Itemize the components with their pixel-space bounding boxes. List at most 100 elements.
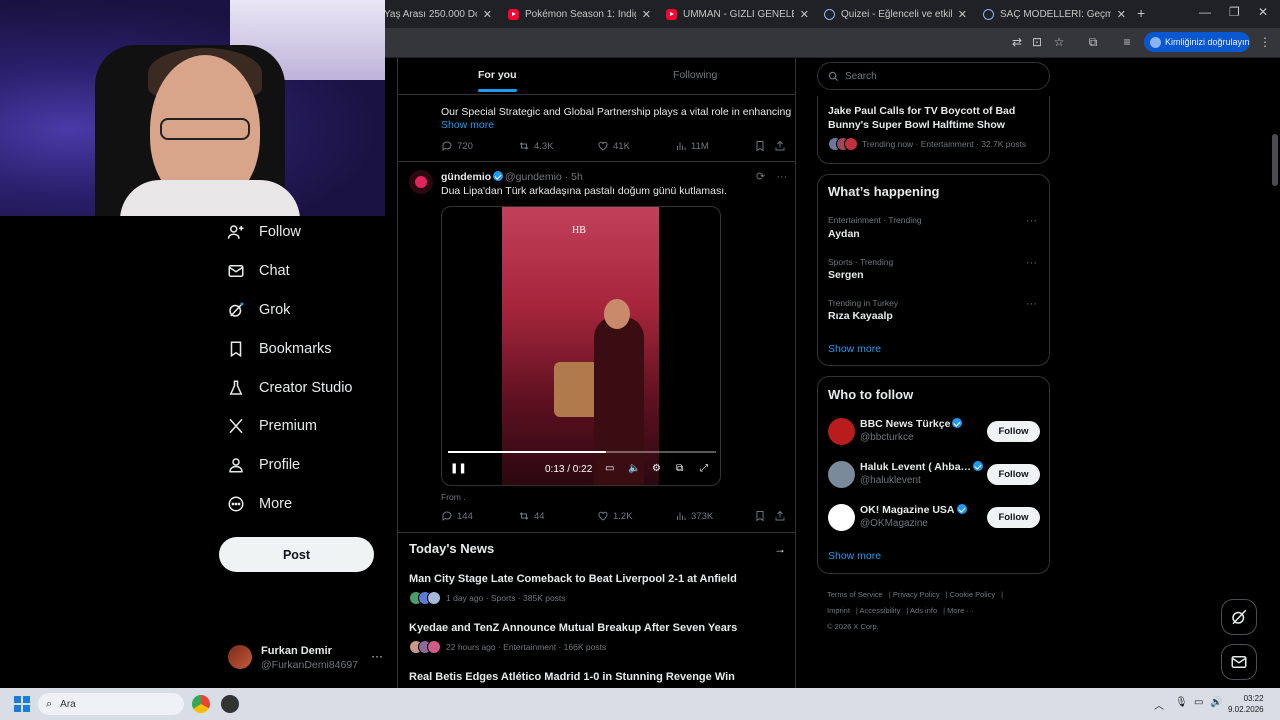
pause-icon[interactable]: ❚❚ [450, 463, 467, 474]
nav-chat[interactable]: Chat [227, 258, 290, 284]
show-more-link[interactable]: Show more [828, 550, 881, 562]
star-icon[interactable]: ☆ [1052, 35, 1066, 49]
account-name[interactable]: OK! Magazine USA [860, 504, 967, 516]
nav-profile[interactable]: Profile [227, 452, 300, 478]
browser-tab[interactable]: Quizei - Eğlenceli ve etkileşimli ✕ [818, 4, 973, 24]
chevron-up-icon[interactable]: ︿ [1154, 697, 1164, 712]
windows-start-icon[interactable] [14, 696, 30, 712]
follow-button[interactable]: Follow [987, 421, 1040, 442]
nav-bookmarks[interactable]: Bookmarks [227, 336, 332, 362]
translate-icon[interactable]: ⇄ [1010, 35, 1024, 49]
bookmark-button[interactable] [754, 510, 770, 522]
repost-icon [519, 142, 529, 150]
network-icon[interactable]: ▭ [1194, 697, 1203, 708]
account-handle: @haluklevent [860, 475, 921, 486]
bookmark-button[interactable] [754, 140, 770, 152]
new-tab-button[interactable]: + [1137, 5, 1145, 21]
views-button[interactable]: 373K [675, 510, 713, 522]
grok-float-button[interactable] [1221, 599, 1257, 635]
close-icon[interactable]: ✕ [1117, 8, 1126, 21]
views-button[interactable]: 11M [675, 140, 709, 152]
browser-tab[interactable]: SAÇ MODELLERİ: Geçmişten Gü ✕ [977, 4, 1132, 24]
more-dots-icon[interactable]: ··· [776, 171, 787, 183]
install-app-icon[interactable]: ⊡ [1030, 35, 1044, 49]
verify-identity-button[interactable]: Kimliğinizi doğrulayın [1144, 32, 1250, 52]
account-name[interactable]: Haluk Levent ( Ahba… [860, 461, 984, 473]
show-more-link[interactable]: Show more [441, 119, 494, 131]
tab-for-you[interactable]: For you [478, 69, 517, 92]
browser-tab[interactable]: Yaş Arası 250.000 Dolar ✕ [378, 4, 498, 24]
news-item-title[interactable]: Real Betis Edges Atlético Madrid 1-0 in … [409, 671, 735, 683]
avatar[interactable] [828, 504, 855, 531]
close-icon[interactable]: ✕ [800, 8, 809, 21]
grok-icon[interactable]: ⟳ [756, 171, 765, 183]
post-author[interactable]: gündemio [441, 171, 504, 183]
scrollbar[interactable] [1272, 134, 1278, 186]
tab-following[interactable]: Following [673, 69, 717, 81]
more-dots-icon[interactable]: ··· [1026, 215, 1037, 227]
restore-icon[interactable]: ❐ [1229, 5, 1240, 19]
volume-icon[interactable]: 🔊 [1210, 697, 1222, 708]
pip-icon[interactable]: ⧉ [676, 463, 683, 474]
tab-search-icon[interactable]: ≡ [1120, 35, 1134, 49]
close-icon[interactable]: ✕ [958, 8, 967, 21]
views-chart-icon [677, 142, 686, 150]
trend-name[interactable]: Aydan [828, 228, 860, 240]
nav-premium[interactable]: Premium [227, 413, 317, 439]
chrome-icon[interactable] [192, 695, 210, 713]
trend-name[interactable]: Rıza Kayaalp [828, 310, 893, 322]
more-dots-icon[interactable]: ··· [371, 649, 383, 663]
avatar[interactable] [828, 461, 855, 488]
mute-icon[interactable]: 🔈 [628, 463, 640, 474]
like-button[interactable]: 41K [597, 140, 630, 152]
minimize-icon[interactable]: — [1199, 5, 1211, 19]
trend-name[interactable]: Sergen [828, 269, 864, 281]
captions-icon[interactable]: ▭ [605, 463, 614, 474]
share-button[interactable] [774, 510, 790, 522]
close-icon[interactable]: ✕ [483, 8, 492, 21]
news-item-title[interactable]: Man City Stage Late Comeback to Beat Liv… [409, 573, 737, 585]
settings-icon[interactable]: ⚙ [652, 463, 661, 474]
taskbar-search[interactable]: ⌕ Ara [38, 693, 184, 715]
reply-button[interactable]: 720 [441, 140, 473, 152]
search-input[interactable]: Search [817, 62, 1050, 90]
account-switcher[interactable]: Furkan Demir @FurkanDemi84697 ··· [228, 643, 388, 673]
fullscreen-icon[interactable]: ⤢ [700, 463, 708, 474]
news-item-title[interactable]: Kyedae and TenZ Announce Mutual Breakup … [409, 622, 737, 634]
system-clock[interactable]: 03:22 9.02.2026 [1228, 693, 1264, 715]
more-dots-icon[interactable]: ··· [1026, 257, 1037, 269]
video-player[interactable]: HB ❚❚ 0:13 / 0:22 ▭ 🔈 ⚙ ⧉ ⤢ [441, 206, 721, 486]
close-window-icon[interactable]: ✕ [1258, 5, 1268, 19]
nav-more[interactable]: More [227, 491, 292, 517]
avatar[interactable] [409, 170, 433, 194]
nav-creator-studio[interactable]: Creator Studio [227, 375, 353, 401]
browser-tab[interactable]: Pokémon Season 1: Indigo Lea ✕ [502, 4, 657, 24]
avatar [228, 645, 252, 669]
microphone-icon[interactable]: 🎙 [1175, 697, 1188, 708]
repost-button[interactable]: 44 [518, 510, 545, 522]
show-more-link[interactable]: Show more [828, 343, 881, 355]
post-actions: 144 44 1.2K 373K [441, 510, 786, 524]
account-name[interactable]: BBC News Türkçe [860, 418, 963, 430]
post-actions: 720 4.3K 41K 11M [441, 140, 786, 154]
nav-follow[interactable]: Follow [227, 219, 301, 245]
messages-float-button[interactable] [1221, 644, 1257, 680]
share-button[interactable] [774, 140, 790, 152]
nav-grok[interactable]: Grok [227, 297, 290, 323]
like-button[interactable]: 1.2K [597, 510, 633, 522]
extensions-icon[interactable]: ⧉ [1086, 35, 1100, 49]
more-dots-icon[interactable]: ··· [1026, 298, 1037, 310]
follow-button[interactable]: Follow [987, 464, 1040, 485]
app-icon[interactable] [221, 695, 239, 713]
post-button[interactable]: Post [219, 537, 374, 572]
reply-button[interactable]: 144 [441, 510, 473, 522]
trending-story[interactable]: Jake Paul Calls for TV Boycott of Bad Bu… [817, 96, 1050, 164]
menu-dots-icon[interactable]: ⋮ [1258, 35, 1272, 49]
close-icon[interactable]: ✕ [642, 8, 651, 21]
arrow-right-icon[interactable]: → [774, 542, 786, 556]
repost-button[interactable]: 4.3K [518, 140, 554, 152]
avatar[interactable] [828, 418, 855, 445]
browser-tab[interactable]: UMMAN - GİZLİ GENELEV SOK ✕ [660, 4, 815, 24]
video-progress-bar[interactable] [448, 451, 716, 453]
follow-button[interactable]: Follow [987, 507, 1040, 528]
